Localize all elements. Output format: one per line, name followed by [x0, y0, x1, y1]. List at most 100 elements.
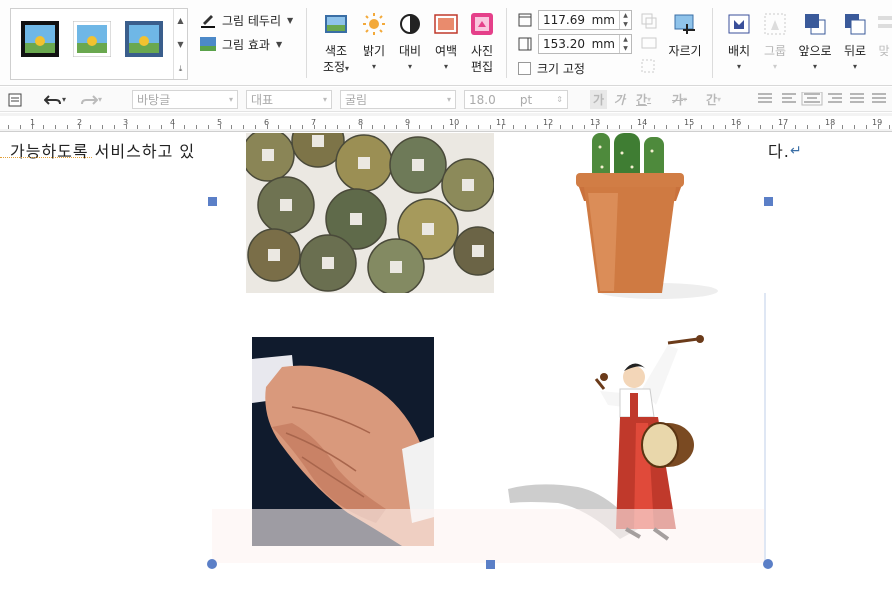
italic-button[interactable]: 가 — [614, 90, 625, 109]
height-value: 117.69 — [543, 13, 585, 27]
ruler-tick — [725, 125, 726, 129]
resize-handle-right[interactable] — [764, 197, 773, 206]
divider — [506, 8, 507, 78]
ruler-tick — [878, 125, 879, 129]
height-input[interactable]: 117.69 mm ▲ ▼ — [538, 10, 632, 30]
bold-button[interactable]: 가 — [590, 90, 608, 109]
ruler-tick — [854, 125, 855, 129]
style-thumb-white-frame[interactable] — [73, 21, 111, 57]
document-canvas[interactable]: 가능하도록 서비스하고 있 다. ↵ — [0, 133, 892, 613]
ruler-tick — [208, 125, 209, 129]
margin-button[interactable]: 여백 ▾ — [432, 12, 460, 75]
strikethrough-button[interactable]: 가 ▾ — [672, 90, 687, 109]
width-unit: mm — [591, 37, 615, 51]
language-select[interactable]: 대표 ▾ — [246, 90, 332, 109]
font-select[interactable]: 굴림 ▾ — [340, 90, 456, 109]
spinner-icon[interactable]: ⇕ — [556, 95, 563, 104]
ruler-tick — [654, 125, 655, 129]
width-spinner[interactable]: ▲ ▼ — [619, 35, 631, 53]
dropdown-arrow-icon: ▾ — [62, 95, 67, 104]
body-text-left[interactable]: 가능하도록 서비스하고 있 — [10, 138, 195, 162]
resize-handle-bottom-left[interactable] — [207, 559, 217, 569]
ruler-tick — [490, 125, 491, 129]
picture-margin-icon — [434, 14, 458, 34]
lock-size-label: 크기 고정 — [537, 61, 585, 76]
crop-button[interactable]: 자르기 — [667, 12, 703, 59]
height-icon — [518, 13, 532, 27]
dropdown-arrow-icon: ▾ — [772, 62, 777, 71]
ruler-tick — [431, 125, 432, 129]
arrange-icon — [728, 14, 750, 34]
ruler-tick — [290, 125, 291, 129]
resize-handle-bottom[interactable] — [486, 560, 495, 569]
sun-icon — [363, 13, 385, 35]
paragraph-align-icons[interactable] — [756, 92, 888, 106]
ruler-tick — [678, 125, 679, 129]
horizontal-ruler[interactable]: 1 2 3 4 5 6 7 8 9 10 11 12 13 14 15 16 1… — [0, 113, 892, 132]
style-thumb-black-frame[interactable] — [21, 21, 59, 57]
coins-picture[interactable] — [246, 133, 494, 293]
contrast-button[interactable]: 대비 ▾ — [396, 12, 424, 75]
lock-size-checkbox[interactable] — [518, 61, 531, 75]
border-menu-label: 그림 테두리 — [222, 13, 282, 28]
width-input[interactable]: 153.20 mm ▲ ▼ — [538, 34, 632, 54]
crop-label: 자르기 — [668, 44, 702, 58]
expand-gallery-icon[interactable]: ⤓ — [174, 57, 187, 81]
crop-icon — [674, 14, 695, 34]
color-adjust-label-1: 색조 — [324, 44, 348, 58]
picture-effect-icon — [200, 37, 216, 51]
underline-button[interactable]: 간 ▾ — [636, 90, 651, 109]
undo-button[interactable]: ▾ — [44, 90, 66, 109]
width-row: 153.20 mm ▲ ▼ — [518, 33, 632, 55]
ruler-tick — [560, 125, 561, 129]
style-thumb-shadow-frame[interactable] — [125, 21, 163, 57]
photo-edit-button[interactable]: 사진 편집 — [467, 12, 497, 75]
shade-button[interactable]: 간 ▾ — [706, 90, 721, 109]
doc-menu-icon[interactable] — [8, 90, 22, 109]
bring-forward-button[interactable]: 앞으로 ▾ — [797, 12, 833, 75]
ruler-tick — [8, 125, 9, 129]
resize-handle-bottom-right[interactable] — [763, 559, 773, 569]
cactus-picture[interactable] — [558, 133, 718, 301]
ruler-tick — [67, 125, 68, 129]
send-backward-button[interactable]: 뒤로 ▾ — [840, 12, 870, 75]
ruler-tick — [337, 125, 338, 129]
chevron-up-icon[interactable]: ▲ — [174, 9, 187, 33]
bring-forward-icon — [805, 14, 826, 35]
dropdown-arrow-icon: ▾ — [98, 95, 103, 104]
picture-format-ribbon: ▲ ▼ ⤓ 그림 테두리 ▼ 그림 효과 ▼ 색조 조정▾ 밝기 ▾ 대비 ▾ … — [0, 0, 892, 86]
ruler-tick — [220, 125, 221, 129]
ruler-tick — [32, 125, 33, 129]
dropdown-arrow-icon: ▾ — [443, 62, 448, 71]
height-spinner[interactable]: ▲ ▼ — [619, 11, 631, 29]
font-size-input[interactable]: 18.0 pt ⇕ — [464, 90, 568, 109]
ruler-tick — [866, 125, 867, 129]
ruler-tick — [384, 125, 385, 129]
color-adjust-icon — [325, 15, 347, 33]
ruler-tick — [831, 125, 832, 129]
ruler-tick — [267, 125, 268, 129]
border-menu[interactable]: 그림 테두리 ▼ — [200, 10, 293, 30]
dropdown-arrow-icon: ▼ — [275, 39, 283, 49]
gallery-scroll[interactable]: ▲ ▼ ⤓ — [173, 9, 187, 79]
paragraph-mark-icon: ↵ — [790, 143, 802, 159]
align-button[interactable]: 맞 — [876, 12, 892, 59]
group-button[interactable]: 그룹 ▾ — [760, 12, 790, 75]
body-text-right[interactable]: 다. — [768, 138, 790, 162]
style-select[interactable]: 바탕글 ▾ — [132, 90, 238, 109]
dropdown-arrow-icon: ▾ — [322, 95, 327, 104]
lock-size-row[interactable]: 크기 고정 — [518, 57, 585, 79]
ruler-tick — [149, 125, 150, 129]
resize-handle-left[interactable] — [208, 197, 217, 206]
width-icon — [518, 37, 532, 51]
chevron-down-icon[interactable]: ▼ — [174, 33, 187, 57]
text-shading — [212, 509, 764, 563]
ruler-tick — [243, 125, 244, 129]
effect-menu[interactable]: 그림 효과 ▼ — [200, 34, 282, 54]
brightness-button[interactable]: 밝기 ▾ — [360, 12, 388, 75]
arrange-button[interactable]: 배치 ▾ — [724, 12, 754, 75]
redo-button[interactable]: ▾ — [80, 90, 102, 109]
color-adjust-button[interactable]: 색조 조정▾ — [320, 12, 352, 77]
formatting-toolbar: ▾ ▾ 바탕글 ▾ 대표 ▾ 굴림 ▾ 18.0 pt ⇕ 가 가 간 ▾ 가 ▾ … — [0, 87, 892, 112]
cactus-image — [576, 133, 718, 299]
